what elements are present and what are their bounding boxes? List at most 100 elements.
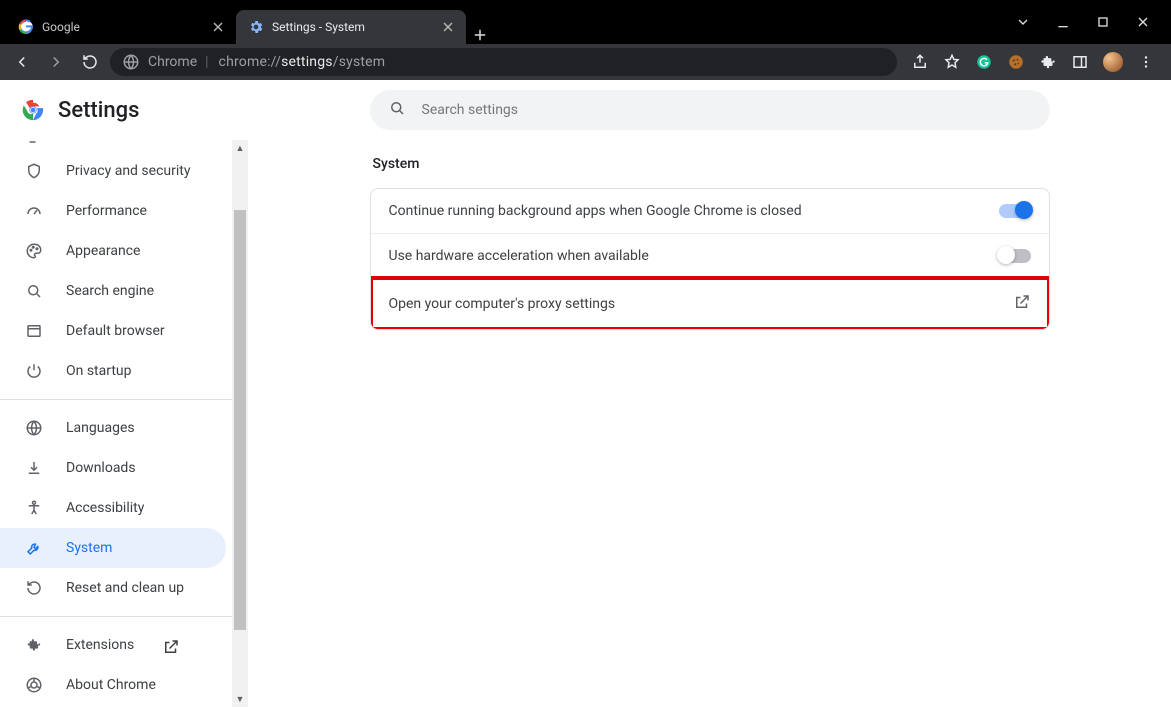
system-settings-card: Continue running background apps when Go…: [370, 188, 1050, 330]
reload-button[interactable]: [76, 48, 104, 76]
browser-icon: [24, 321, 44, 341]
chrome-icon: [24, 675, 44, 695]
row-proxy-settings[interactable]: Open your computer's proxy settings: [371, 278, 1049, 329]
accessibility-icon: [24, 498, 44, 518]
sidebar-item-label: Privacy and security: [66, 163, 190, 179]
cookie-icon[interactable]: [1007, 53, 1025, 71]
sidebar-item-extensions[interactable]: Extensions: [0, 625, 226, 665]
kebab-menu-icon[interactable]: [1137, 53, 1155, 71]
search-icon: [24, 281, 44, 301]
sidepanel-icon[interactable]: [1071, 53, 1089, 71]
close-icon[interactable]: [440, 19, 456, 35]
close-window-icon[interactable]: [1135, 14, 1151, 30]
section-title: System: [373, 156, 1050, 172]
sidebar-item-search-engine[interactable]: Search engine: [0, 271, 226, 311]
browser-toolbar: Chrome | chrome://settings/system: [0, 44, 1171, 80]
tab-title: Google: [42, 20, 202, 34]
extensions-icon[interactable]: [1039, 53, 1057, 71]
sidebar-item-label: About Chrome: [66, 677, 156, 693]
profile-avatar[interactable]: [1103, 52, 1123, 72]
sidebar-item-languages[interactable]: Languages: [0, 408, 226, 448]
shield-icon: [24, 161, 44, 181]
sidebar-item-system[interactable]: System: [0, 528, 226, 568]
search-input[interactable]: [422, 102, 1032, 118]
sidebar-item-label: Default browser: [66, 323, 165, 339]
window-titlebar: Google Settings - System: [0, 0, 1171, 44]
site-label: Chrome: [148, 54, 197, 70]
scroll-down-arrow[interactable]: ▼: [232, 691, 248, 707]
sidebar-divider: [0, 616, 248, 617]
palette-icon: [24, 241, 44, 261]
external-link-icon: [162, 638, 176, 652]
sidebar-item-label: Extensions: [66, 637, 134, 653]
scroll-thumb[interactable]: [234, 210, 246, 630]
settings-search[interactable]: [370, 90, 1050, 130]
sidebar-item-label: Accessibility: [66, 500, 144, 516]
sidebar-scrollbar[interactable]: ▲ ▼: [232, 140, 248, 707]
extension-icon: [24, 635, 44, 655]
sidebar-item-label: Downloads: [66, 460, 136, 476]
external-link-icon: [1013, 293, 1031, 315]
toolbar-right-icons: [903, 52, 1163, 72]
url-text: chrome://settings/system: [219, 54, 386, 70]
address-bar[interactable]: Chrome | chrome://settings/system: [110, 48, 897, 76]
site-info-icon[interactable]: Chrome |: [122, 53, 209, 71]
restore-icon: [24, 578, 44, 598]
back-button[interactable]: [8, 48, 36, 76]
chevron-down-icon[interactable]: [1015, 14, 1031, 30]
page-title: Settings: [58, 98, 139, 123]
bookmark-star-icon[interactable]: [943, 53, 961, 71]
row-hardware-accel[interactable]: Use hardware acceleration when available: [371, 233, 1049, 278]
gear-icon: [248, 19, 264, 35]
sidebar-item-downloads[interactable]: Downloads: [0, 448, 226, 488]
scroll-up-arrow[interactable]: ▲: [232, 140, 248, 156]
row-background-apps[interactable]: Continue running background apps when Go…: [371, 189, 1049, 233]
globe-icon: [24, 418, 44, 438]
sidebar-divider: [0, 399, 248, 400]
maximize-icon[interactable]: [1095, 14, 1111, 30]
power-icon: [24, 361, 44, 381]
row-label: Continue running background apps when Go…: [389, 203, 802, 219]
settings-brand: Settings: [0, 80, 248, 140]
sidebar-item-performance[interactable]: Performance: [0, 191, 226, 231]
settings-main: System Continue running background apps …: [248, 80, 1171, 707]
row-label: Open your computer's proxy settings: [389, 296, 616, 312]
close-icon[interactable]: [210, 19, 226, 35]
browser-tab-settings[interactable]: Settings - System: [236, 10, 466, 44]
toggle-hardware-accel[interactable]: [999, 249, 1031, 263]
sidebar-item-label: On startup: [66, 363, 132, 379]
sidebar-item-reset[interactable]: Reset and clean up: [0, 568, 226, 608]
sidebar-item-default-browser[interactable]: Default browser: [0, 311, 226, 351]
sidebar-item-label: Performance: [66, 203, 147, 219]
sidebar-item-label: Search engine: [66, 283, 154, 299]
sidebar-item-privacy[interactable]: Privacy and security: [0, 151, 226, 191]
settings-sidebar: Settings Privacy and security Performanc…: [0, 80, 248, 707]
forward-button[interactable]: [42, 48, 70, 76]
sidebar-nav: Privacy and security Performance Appeara…: [0, 140, 248, 707]
speed-icon: [24, 201, 44, 221]
download-icon: [24, 458, 44, 478]
new-tab-button[interactable]: [466, 26, 494, 44]
chrome-logo-icon: [22, 99, 44, 121]
sidebar-item-label: Languages: [66, 420, 135, 436]
sidebar-item-appearance[interactable]: Appearance: [0, 231, 226, 271]
share-icon[interactable]: [911, 53, 929, 71]
browser-tab-google[interactable]: Google: [6, 10, 236, 44]
sidebar-item-truncated[interactable]: [0, 140, 226, 151]
toggle-background-apps[interactable]: [999, 204, 1031, 218]
sidebar-item-accessibility[interactable]: Accessibility: [0, 488, 226, 528]
minimize-icon[interactable]: [1055, 14, 1071, 30]
search-icon: [388, 99, 406, 121]
sidebar-item-on-startup[interactable]: On startup: [0, 351, 226, 391]
tab-title: Settings - System: [272, 20, 432, 34]
dash-icon: [24, 140, 44, 152]
sidebar-item-label: Appearance: [66, 243, 140, 259]
tab-strip: Google Settings - System: [0, 0, 995, 44]
grammarly-icon[interactable]: [975, 53, 993, 71]
sidebar-item-label: System: [66, 540, 112, 556]
settings-page: Settings Privacy and security Performanc…: [0, 80, 1171, 707]
sidebar-item-label: Reset and clean up: [66, 580, 184, 596]
google-g-icon: [18, 19, 34, 35]
sidebar-item-about[interactable]: About Chrome: [0, 665, 226, 705]
row-label: Use hardware acceleration when available: [389, 248, 649, 264]
